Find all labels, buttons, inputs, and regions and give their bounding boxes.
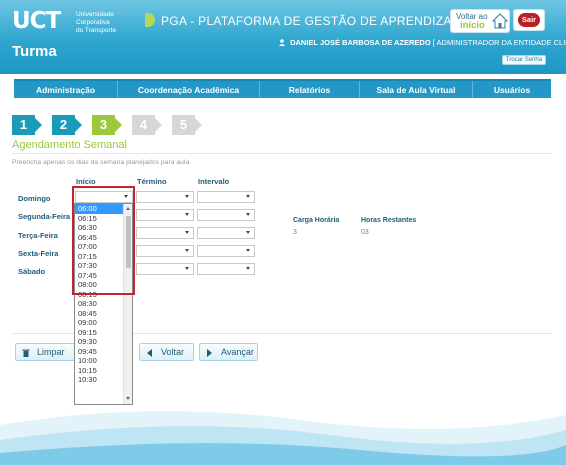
step-5: 5 bbox=[172, 115, 195, 135]
chevron-down-icon bbox=[185, 213, 189, 216]
tuesday-interval-select[interactable] bbox=[197, 227, 255, 239]
remaining-hours-label: Horas Restantes bbox=[361, 217, 417, 224]
back-button[interactable]: Voltar bbox=[139, 343, 194, 361]
sunday-start-select-open[interactable] bbox=[75, 191, 133, 203]
chevron-down-icon bbox=[246, 231, 250, 234]
change-password-button[interactable]: Trocar Senha bbox=[502, 55, 546, 65]
clear-button[interactable]: Limpar bbox=[15, 343, 75, 361]
friday-interval-select[interactable] bbox=[197, 245, 255, 257]
decorative-wave bbox=[0, 411, 566, 465]
column-interval: Intervalo bbox=[198, 177, 230, 186]
tuesday-end-select[interactable] bbox=[136, 227, 194, 239]
sunday-interval-select[interactable] bbox=[197, 191, 255, 203]
saturday-end-select[interactable] bbox=[136, 263, 194, 275]
step-2: 2 bbox=[52, 115, 75, 135]
user-icon bbox=[279, 39, 285, 46]
section-divider bbox=[12, 153, 552, 154]
day-tuesday: Terça-Feira bbox=[18, 231, 58, 240]
section-hint: Preencha apenas os dias da semana planej… bbox=[12, 159, 192, 166]
main-nav: Administração Coordenação Acadêmica Rela… bbox=[14, 79, 551, 98]
logo-text-line-1: Universidade bbox=[76, 11, 114, 18]
nav-item-administration[interactable]: Administração bbox=[14, 81, 118, 98]
chevron-down-icon bbox=[185, 249, 189, 252]
step-4-arrow bbox=[155, 118, 162, 132]
day-saturday: Sábado bbox=[18, 267, 46, 276]
friday-end-select[interactable] bbox=[136, 245, 194, 257]
home-button-label-2: início bbox=[460, 20, 485, 31]
chevron-down-icon bbox=[246, 267, 250, 270]
exit-button-label: Sair bbox=[518, 13, 540, 27]
column-start: Início bbox=[76, 177, 96, 186]
user-info: DANIEL JOSÉ BARBOSA DE AZEREDO [ ADMINIS… bbox=[279, 38, 566, 47]
chevron-down-icon bbox=[124, 195, 128, 198]
chevron-right-icon bbox=[207, 349, 212, 357]
workload-label: Carga Horária bbox=[293, 217, 340, 224]
nav-item-reports[interactable]: Relatórios bbox=[260, 81, 360, 98]
home-button[interactable]: Voltar ao início bbox=[450, 9, 510, 33]
exit-button[interactable]: Sair bbox=[513, 9, 545, 31]
home-icon bbox=[492, 13, 508, 29]
logo-text: Universidade Corporativa do Transporte bbox=[76, 11, 156, 35]
column-end: Término bbox=[137, 177, 167, 186]
logo-mark: UCT bbox=[12, 8, 61, 34]
step-2-arrow bbox=[75, 118, 82, 132]
advance-button-label: Avançar bbox=[221, 347, 254, 357]
nav-item-users[interactable]: Usuários bbox=[473, 81, 551, 98]
section-title: Agendamento Semanal bbox=[12, 139, 127, 151]
platform-title: PGA - PLATAFORMA DE GESTÃO DE APRENDIZAG… bbox=[161, 14, 480, 28]
trash-icon bbox=[22, 349, 30, 357]
chevron-left-icon bbox=[147, 349, 152, 357]
advance-button[interactable]: Avançar bbox=[199, 343, 258, 361]
remaining-hours-value: 03 bbox=[361, 229, 369, 236]
nav-item-academic-coordination[interactable]: Coordenação Acadêmica bbox=[118, 81, 260, 98]
header-bar: UCT Universidade Corporativa do Transpor… bbox=[0, 0, 566, 74]
step-4: 4 bbox=[132, 115, 155, 135]
sunday-end-select[interactable] bbox=[136, 191, 194, 203]
saturday-interval-select[interactable] bbox=[197, 263, 255, 275]
chevron-down-icon bbox=[185, 267, 189, 270]
step-1: 1 bbox=[12, 115, 35, 135]
chevron-down-icon bbox=[246, 249, 250, 252]
monday-interval-select[interactable] bbox=[197, 209, 255, 221]
nav-item-virtual-classroom[interactable]: Sala de Aula Virtual bbox=[360, 81, 473, 98]
page-title: Turma bbox=[12, 43, 57, 60]
day-sunday: Domingo bbox=[18, 194, 51, 203]
user-role: [ ADMINISTRADOR DA ENTIDADE CLIENTE ] bbox=[432, 38, 566, 47]
monday-end-select[interactable] bbox=[136, 209, 194, 221]
workload-value: 3 bbox=[293, 229, 297, 236]
day-friday: Sexta-Feira bbox=[18, 249, 59, 258]
step-3-arrow bbox=[115, 118, 122, 132]
user-name: DANIEL JOSÉ BARBOSA DE AZEREDO bbox=[290, 38, 431, 47]
chevron-down-icon bbox=[246, 213, 250, 216]
step-5-arrow bbox=[195, 118, 202, 132]
day-monday: Segunda-Feira bbox=[18, 212, 71, 221]
clear-button-label: Limpar bbox=[37, 347, 65, 357]
chevron-down-icon bbox=[185, 231, 189, 234]
step-3-current: 3 bbox=[92, 115, 115, 135]
scroll-down-icon[interactable] bbox=[126, 397, 130, 400]
step-1-arrow bbox=[35, 118, 42, 132]
back-button-label: Voltar bbox=[161, 347, 185, 357]
logo-text-line-2: Corporativa bbox=[76, 19, 110, 26]
chevron-down-icon bbox=[246, 195, 250, 198]
logo-text-line-3: do Transporte bbox=[76, 27, 117, 34]
chevron-down-icon bbox=[185, 195, 189, 198]
